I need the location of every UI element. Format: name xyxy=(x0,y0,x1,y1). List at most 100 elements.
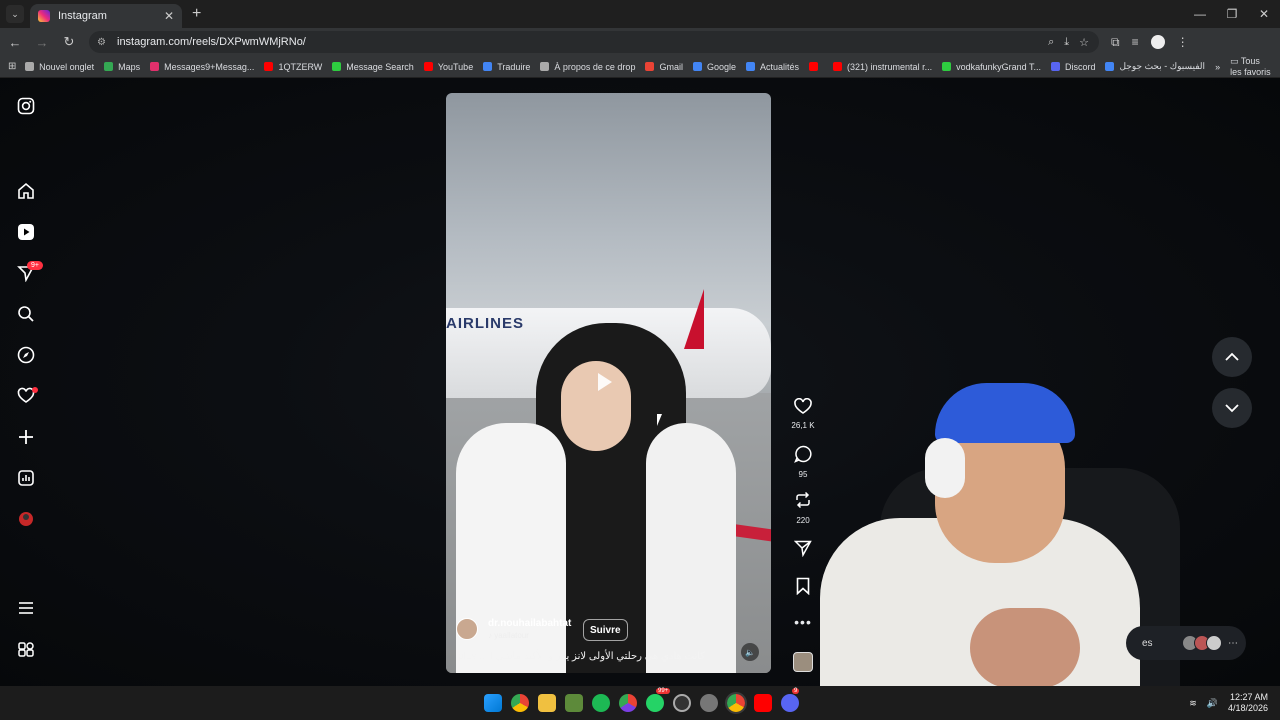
explore-icon[interactable] xyxy=(16,345,36,365)
whatsapp-icon[interactable]: 99+ xyxy=(646,688,671,712)
play-icon[interactable] xyxy=(598,373,612,391)
bookmark-item[interactable]: Traduire xyxy=(483,62,530,72)
bookmark-item[interactable]: YouTube xyxy=(423,61,474,72)
bookmark-item[interactable]: À propos de ce drop xyxy=(540,62,635,72)
reel-video[interactable]: AIRLINES dr.nouhailabahtat ♪ yaallatour … xyxy=(446,93,771,673)
audio-name: yaallatour xyxy=(494,631,529,640)
more-options[interactable]: ••• xyxy=(786,614,820,630)
more-dots-icon[interactable]: ••• xyxy=(786,614,820,630)
profile-avatar[interactable] xyxy=(1150,34,1165,49)
reels-icon[interactable] xyxy=(16,222,36,242)
mute-icon[interactable]: 🔈 xyxy=(741,643,759,661)
bookmark-item[interactable]: Discord xyxy=(1050,62,1095,72)
save-action[interactable] xyxy=(786,577,820,599)
install-icon[interactable]: ⤓ xyxy=(1064,36,1069,49)
extensions-icon[interactable]: ⧉ xyxy=(1111,35,1120,50)
close-window-icon[interactable]: ✕ xyxy=(1248,7,1280,21)
audio-thumbnail[interactable] xyxy=(793,652,813,672)
wifi-icon[interactable]: ≋ xyxy=(1189,698,1197,709)
previous-reel-button[interactable] xyxy=(1212,337,1252,377)
bookmark-label: Messages9+Messag... xyxy=(164,61,255,72)
bookmark-label: Traduire xyxy=(497,61,531,72)
close-tab-icon[interactable]: ✕ xyxy=(164,9,174,23)
bookmark-item[interactable]: Message Search xyxy=(332,62,414,72)
tab-title: Instagram xyxy=(58,10,107,22)
repost-action[interactable]: 220 xyxy=(786,491,820,525)
bookmark-star-icon[interactable]: ☆ xyxy=(1079,36,1089,49)
author-avatar[interactable] xyxy=(456,618,478,640)
create-icon[interactable] xyxy=(16,427,36,447)
bookmark-item[interactable]: Nouvel onglet xyxy=(25,62,94,72)
follow-button[interactable]: Suivre xyxy=(583,619,628,641)
minimize-icon[interactable]: — xyxy=(1184,7,1216,21)
more-bookmarks-icon[interactable]: » xyxy=(1215,62,1220,72)
chrome-icon[interactable] xyxy=(511,694,529,712)
restore-icon[interactable]: ❐ xyxy=(1216,7,1248,21)
settings-icon[interactable] xyxy=(700,694,718,712)
youtube-icon[interactable] xyxy=(754,694,772,712)
bookmark-item[interactable]: Messages9+Messag... xyxy=(150,62,254,72)
bookmarks-bar: ⊞ Nouvel onglet Maps Messages9+Messag... 1Q… xyxy=(0,56,1280,78)
bookmark-favicon-icon xyxy=(746,62,755,71)
volume-icon[interactable]: 🔊 xyxy=(1207,698,1218,709)
more-menu-icon[interactable] xyxy=(16,598,36,618)
home-icon[interactable] xyxy=(16,181,36,201)
author-username[interactable]: dr.nouhailabahtat xyxy=(488,618,571,629)
reload-icon[interactable]: ↻ xyxy=(57,34,81,50)
menu-icon[interactable]: ⋮ xyxy=(1177,35,1189,50)
bookmark-item[interactable]: Actualités xyxy=(746,62,799,72)
bookmark-label: YouTube xyxy=(437,61,474,72)
instagram-logo-icon[interactable] xyxy=(16,96,36,116)
bookmark-label: Google xyxy=(706,61,736,72)
dashboard-icon[interactable] xyxy=(16,468,36,488)
profile-avatar-icon[interactable] xyxy=(16,509,36,529)
bookmark-item[interactable]: الفيسبوك - بحث جوجل xyxy=(1105,61,1205,72)
system-clock[interactable]: 12:27 AM 4/18/2026 xyxy=(1228,692,1268,714)
apps-icon[interactable]: ⊞ xyxy=(8,61,17,72)
share-action[interactable] xyxy=(786,539,820,561)
url-input[interactable]: ⚙ instagram.com/reels/DXPwmWMjRNo/ ⌕ ⤓ ☆ xyxy=(89,31,1099,53)
bookmark-item[interactable]: Gmail xyxy=(645,62,683,72)
zoom-icon[interactable]: ⌕ xyxy=(1048,36,1054,49)
forward-icon[interactable]: → xyxy=(30,35,54,50)
all-bookmarks-folder[interactable]: ▭ Tous les favoris xyxy=(1230,56,1272,77)
site-info-icon[interactable]: ⚙ xyxy=(97,37,109,48)
bookmark-label: vodkafunkyGrand T... xyxy=(956,61,1041,72)
like-icon[interactable] xyxy=(786,397,820,418)
also-from-meta-icon[interactable] xyxy=(16,640,36,660)
repost-icon[interactable] xyxy=(786,491,820,513)
comment-icon[interactable] xyxy=(786,445,820,467)
instagram-favicon-icon xyxy=(38,10,50,22)
tab-search-button[interactable]: ⌄ xyxy=(6,5,24,23)
messages-more-icon[interactable]: ⋯ xyxy=(1228,638,1238,649)
instagram-sidebar: 9+ xyxy=(0,78,52,686)
new-tab-button[interactable]: + xyxy=(192,5,201,23)
opera-icon[interactable] xyxy=(673,694,691,712)
tab-instagram[interactable]: Instagram ✕ xyxy=(30,4,182,28)
chrome-profile-icon[interactable] xyxy=(619,694,637,712)
messages-pill[interactable]: es ⋯ xyxy=(1126,626,1246,660)
share-icon[interactable] xyxy=(786,539,820,561)
media-icon[interactable]: ≡ xyxy=(1132,35,1139,50)
bookmark-icon[interactable] xyxy=(786,577,820,599)
bookmark-item[interactable]: vodkafunkyGrand T... xyxy=(942,62,1041,72)
bookmark-item[interactable]: Google xyxy=(692,61,736,72)
bookmark-item[interactable]: 1QTZERW xyxy=(264,62,322,72)
minecraft-icon[interactable] xyxy=(565,694,583,712)
bookmark-item[interactable] xyxy=(809,62,823,71)
search-icon[interactable] xyxy=(16,304,36,324)
audio-label[interactable]: ♪ yaallatour xyxy=(488,631,571,640)
file-explorer-icon[interactable] xyxy=(538,694,556,712)
back-icon[interactable]: ← xyxy=(3,35,27,50)
windows-start-icon[interactable] xyxy=(484,694,502,712)
reel-caption[interactable]: plus ... كانت هادي هي رحلتي الأولى لانز … xyxy=(458,651,705,662)
discord-icon[interactable]: 9 xyxy=(781,688,800,712)
comment-action[interactable]: 95 xyxy=(786,445,820,479)
chrome-active-icon[interactable] xyxy=(725,692,747,714)
bookmark-label: Message Search xyxy=(346,61,414,72)
streamer-cap xyxy=(935,383,1075,443)
bookmark-item[interactable]: Maps xyxy=(104,62,140,72)
bookmark-item[interactable]: (321) instrumental r... xyxy=(833,62,932,72)
spotify-icon[interactable] xyxy=(592,694,610,712)
like-action[interactable]: 26,1 K xyxy=(786,397,820,430)
